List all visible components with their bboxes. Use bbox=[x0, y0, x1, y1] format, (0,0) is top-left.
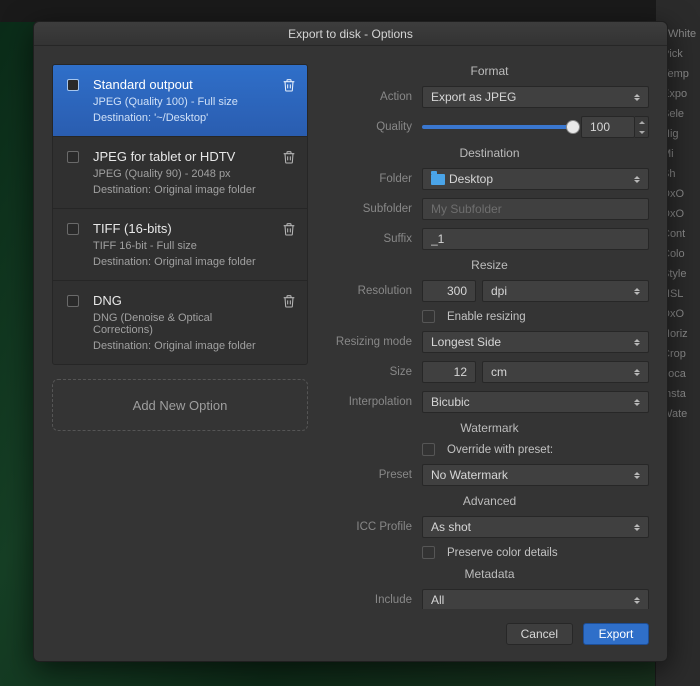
action-label: Action bbox=[330, 91, 422, 103]
delete-preset-button[interactable] bbox=[281, 77, 297, 93]
icc-label: ICC Profile bbox=[330, 521, 422, 533]
section-resize: Resize bbox=[330, 258, 649, 272]
section-advanced: Advanced bbox=[330, 494, 649, 508]
trash-icon bbox=[281, 154, 297, 168]
preset-subtitle: JPEG (Quality 90) - 2048 px bbox=[93, 168, 271, 180]
enable-resizing-checkbox[interactable] bbox=[422, 310, 435, 323]
preserve-color-label: Preserve color details bbox=[447, 547, 558, 559]
preset-list: Standard outpout JPEG (Quality 100) - Ful… bbox=[52, 64, 308, 365]
dialog-title: Export to disk - Options bbox=[34, 22, 667, 46]
include-select[interactable]: All bbox=[422, 589, 649, 609]
quality-input[interactable] bbox=[581, 116, 635, 138]
override-preset-checkbox[interactable] bbox=[422, 443, 435, 456]
chevron-updown-icon bbox=[630, 284, 644, 298]
preset-item[interactable]: Standard outpout JPEG (Quality 100) - Ful… bbox=[53, 65, 307, 137]
folder-icon bbox=[431, 174, 445, 185]
preset-checkbox[interactable] bbox=[67, 295, 79, 307]
chevron-updown-icon bbox=[630, 593, 644, 607]
preserve-color-checkbox[interactable] bbox=[422, 546, 435, 559]
export-dialog: Export to disk - Options Standard outpou… bbox=[33, 21, 668, 662]
watermark-preset-select[interactable]: No Watermark bbox=[422, 464, 649, 486]
section-format: Format bbox=[330, 64, 649, 78]
preset-title: TIFF (16-bits) bbox=[93, 221, 271, 236]
interpolation-select[interactable]: Bicubic bbox=[422, 391, 649, 413]
preset-checkbox[interactable] bbox=[67, 223, 79, 235]
preset-label: Preset bbox=[330, 469, 422, 481]
override-preset-label: Override with preset: bbox=[447, 444, 553, 456]
preset-destination: Destination: Original image folder bbox=[93, 184, 271, 196]
preset-destination: Destination: '~/Desktop' bbox=[93, 112, 271, 124]
chevron-updown-icon bbox=[630, 172, 644, 186]
preset-checkbox[interactable] bbox=[67, 151, 79, 163]
enable-resizing-label: Enable resizing bbox=[447, 311, 526, 323]
section-metadata: Metadata bbox=[330, 567, 649, 581]
subfolder-label: Subfolder bbox=[330, 203, 422, 215]
include-label: Include bbox=[330, 594, 422, 606]
folder-label: Folder bbox=[330, 173, 422, 185]
preset-destination: Destination: Original image folder bbox=[93, 256, 271, 268]
resolution-label: Resolution bbox=[330, 285, 422, 297]
chevron-updown-icon bbox=[630, 395, 644, 409]
quality-slider[interactable] bbox=[422, 125, 573, 129]
chevron-updown-icon bbox=[630, 468, 644, 482]
preset-item[interactable]: DNG DNG (Denoise & Optical Corrections) De… bbox=[53, 281, 307, 364]
resizing-mode-label: Resizing mode bbox=[330, 336, 422, 348]
action-select[interactable]: Export as JPEG bbox=[422, 86, 649, 108]
delete-preset-button[interactable] bbox=[281, 293, 297, 309]
interpolation-label: Interpolation bbox=[330, 396, 422, 408]
size-unit-select[interactable]: cm bbox=[482, 361, 649, 383]
export-button[interactable]: Export bbox=[583, 623, 649, 645]
size-label: Size bbox=[330, 366, 422, 378]
section-destination: Destination bbox=[330, 146, 649, 160]
chevron-updown-icon bbox=[630, 365, 644, 379]
chevron-updown-icon bbox=[630, 90, 644, 104]
preset-checkbox[interactable] bbox=[67, 79, 79, 91]
preset-title: Standard outpout bbox=[93, 77, 271, 92]
preset-title: DNG bbox=[93, 293, 271, 308]
preset-subtitle: JPEG (Quality 100) - Full size bbox=[93, 96, 271, 108]
trash-icon bbox=[281, 226, 297, 240]
subfolder-input[interactable] bbox=[422, 198, 649, 220]
icc-profile-select[interactable]: As shot bbox=[422, 516, 649, 538]
resolution-input[interactable] bbox=[422, 280, 476, 302]
preset-subtitle: DNG (Denoise & Optical Corrections) bbox=[93, 312, 271, 336]
preset-item[interactable]: JPEG for tablet or HDTV JPEG (Quality 90)… bbox=[53, 137, 307, 209]
preset-item[interactable]: TIFF (16-bits) TIFF 16-bit - Full size Des… bbox=[53, 209, 307, 281]
size-input[interactable] bbox=[422, 361, 476, 383]
resizing-mode-select[interactable]: Longest Side bbox=[422, 331, 649, 353]
preset-title: JPEG for tablet or HDTV bbox=[93, 149, 271, 164]
add-new-option-button[interactable]: Add New Option bbox=[52, 379, 308, 431]
delete-preset-button[interactable] bbox=[281, 221, 297, 237]
preset-subtitle: TIFF 16-bit - Full size bbox=[93, 240, 271, 252]
chevron-updown-icon bbox=[630, 335, 644, 349]
resolution-unit-select[interactable]: dpi bbox=[482, 280, 649, 302]
trash-icon bbox=[281, 298, 297, 312]
cancel-button[interactable]: Cancel bbox=[506, 623, 573, 645]
section-watermark: Watermark bbox=[330, 421, 649, 435]
trash-icon bbox=[281, 82, 297, 96]
suffix-label: Suffix bbox=[330, 233, 422, 245]
folder-select[interactable]: Desktop bbox=[422, 168, 649, 190]
suffix-input[interactable] bbox=[422, 228, 649, 250]
preset-destination: Destination: Original image folder bbox=[93, 340, 271, 352]
delete-preset-button[interactable] bbox=[281, 149, 297, 165]
quality-stepper[interactable] bbox=[635, 116, 649, 138]
chevron-updown-icon bbox=[630, 520, 644, 534]
quality-label: Quality bbox=[330, 121, 422, 133]
